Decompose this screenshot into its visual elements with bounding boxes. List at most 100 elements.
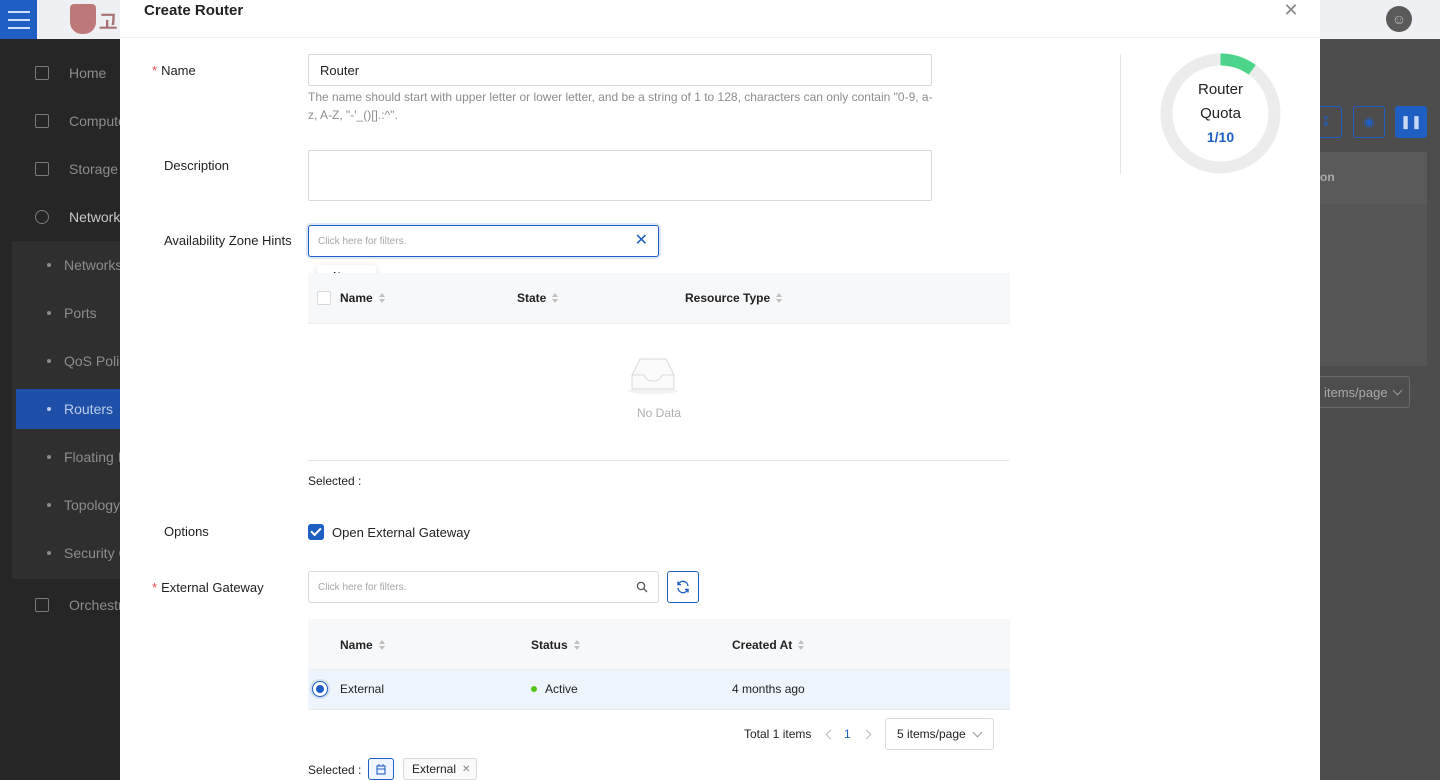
search-icon [636,581,648,593]
bullet [47,455,51,459]
sort-icon [378,293,385,303]
globe-icon [35,210,49,224]
sidebar-item-label: Compute [69,113,120,129]
column-name[interactable]: Name [340,638,385,652]
building-icon [376,764,386,775]
column-label: State [517,291,547,305]
status-text: Active [545,682,578,696]
gateway-filter-input[interactable]: Click here for filters. [308,571,659,603]
user-avatar-icon[interactable]: ☺ [1386,6,1412,32]
sidebar-subitem-security-groups[interactable]: Security Groups [0,533,120,573]
column-state[interactable]: State [517,291,559,305]
page-size-label: items/page [1324,384,1388,400]
open-external-gateway-label[interactable]: Open External Gateway [332,525,470,540]
sidebar-subitem-networks[interactable]: Networks [0,245,120,285]
sidebar-item-label: Ports [64,305,97,321]
menu-toggle-button[interactable] [0,0,37,39]
az-filter-placeholder: Click here for filters. [318,235,407,247]
sidebar-item-label: QoS Policies [64,353,120,369]
sidebar-item-label: Network [69,209,120,225]
table-row[interactable]: External Active 4 months ago [308,670,1010,710]
az-filter-input[interactable]: Click here for filters. ✕ [308,225,659,257]
gateway-table-header: Name Status Created At [308,619,1010,670]
selected-gateway-tag: External ✕ [403,758,478,780]
prev-page-icon[interactable] [825,729,836,740]
sidebar-item-label: Networks [64,257,120,273]
logo-text: 고 [99,12,118,34]
column-name[interactable]: Name [340,291,385,305]
sidebar-item-label: Security Groups [64,545,120,561]
sort-icon [798,640,805,650]
external-gateway-label: * External Gateway [152,580,264,595]
monitor-icon [35,114,49,128]
sidebar-subitem-routers[interactable]: Routers [16,389,120,429]
az-table-header: Name State Resource Type [308,273,1010,324]
view-button[interactable]: ◉ [1353,106,1385,138]
home-icon [35,66,49,80]
sidebar-item-label: Storage [69,161,119,177]
sidebar-subitem-qos[interactable]: QoS Policies [0,341,120,381]
page-number[interactable]: 1 [844,718,851,750]
bullet [47,503,51,507]
column-resource-type[interactable]: Resource Type [685,291,783,305]
page-size-label: 5 items/page [897,727,966,741]
status-dot-icon [531,685,537,692]
chevron-down-icon [972,727,983,738]
refresh-button[interactable] [667,571,699,603]
sidebar-subitem-topology[interactable]: Topology [0,485,120,525]
bullet [47,407,51,411]
name-input[interactable]: Router [308,54,932,86]
sort-icon [776,293,783,303]
university-logo [70,4,96,34]
sidebar-item-home[interactable]: Home [0,53,120,93]
empty-inbox-icon [628,358,678,394]
options-label: Options [164,524,209,539]
grid-icon [35,598,49,612]
sidebar-subitem-floating-ips[interactable]: Floating IPs [0,437,120,477]
column-status[interactable]: Status [531,638,580,652]
bullet [47,311,51,315]
refresh-icon [677,580,689,594]
modal-title: Create Router [144,2,244,19]
column-label: Name [340,291,373,305]
required-mark: * [152,580,158,595]
create-router-modal: Create Router ✕ * Name Router The name sh… [120,0,1320,780]
cell-created-at: 4 months ago [732,682,805,696]
az-hints-label: Availability Zone Hints [164,233,292,248]
selected-tag-label: External [412,762,457,776]
sidebar-item-label: Floating IPs [64,449,120,465]
content-area [1320,39,1440,780]
open-external-gateway-checkbox[interactable] [308,524,324,540]
quota-title-line2: Quota [1200,105,1241,122]
description-textarea[interactable] [308,150,932,201]
sidebar-item-label: Topology [64,497,120,513]
no-data-text: No Data [636,406,682,420]
required-mark: * [152,63,158,78]
sidebar-item-network[interactable]: Network [0,197,120,237]
name-label: * Name [152,63,196,78]
sidebar-item-orchestration[interactable]: Orchestration [0,585,120,625]
sidebar-item-storage[interactable]: Storage [0,149,120,189]
bullet [47,263,51,267]
sidebar-item-compute[interactable]: Compute [0,101,120,141]
description-label: Description [164,158,230,173]
download-icon: ↧ [1320,114,1332,129]
column-created-at[interactable]: Created At [732,638,805,652]
pause-button[interactable]: ❚❚ [1395,106,1427,138]
gateway-selected-label: Selected : [308,763,362,777]
page-size-select[interactable]: 5 items/page [885,718,994,750]
row-radio[interactable] [312,681,328,697]
gateway-filter-placeholder: Click here for filters. [318,581,407,593]
tag-close-icon[interactable]: ✕ [462,764,470,775]
page-size-select[interactable]: items/page [1310,376,1410,408]
router-table: on [1320,152,1427,366]
column-label: Status [531,638,568,652]
sidebar-subitem-ports[interactable]: Ports [0,293,120,333]
close-icon[interactable]: ✕ [1282,1,1300,19]
sidebar-item-label: Orchestration [69,597,120,613]
eye-icon: ◉ [1363,114,1375,129]
next-page-icon[interactable] [861,729,872,740]
clear-icon[interactable]: ✕ [635,233,648,249]
sort-icon [552,293,559,303]
select-all-checkbox[interactable] [317,291,331,305]
